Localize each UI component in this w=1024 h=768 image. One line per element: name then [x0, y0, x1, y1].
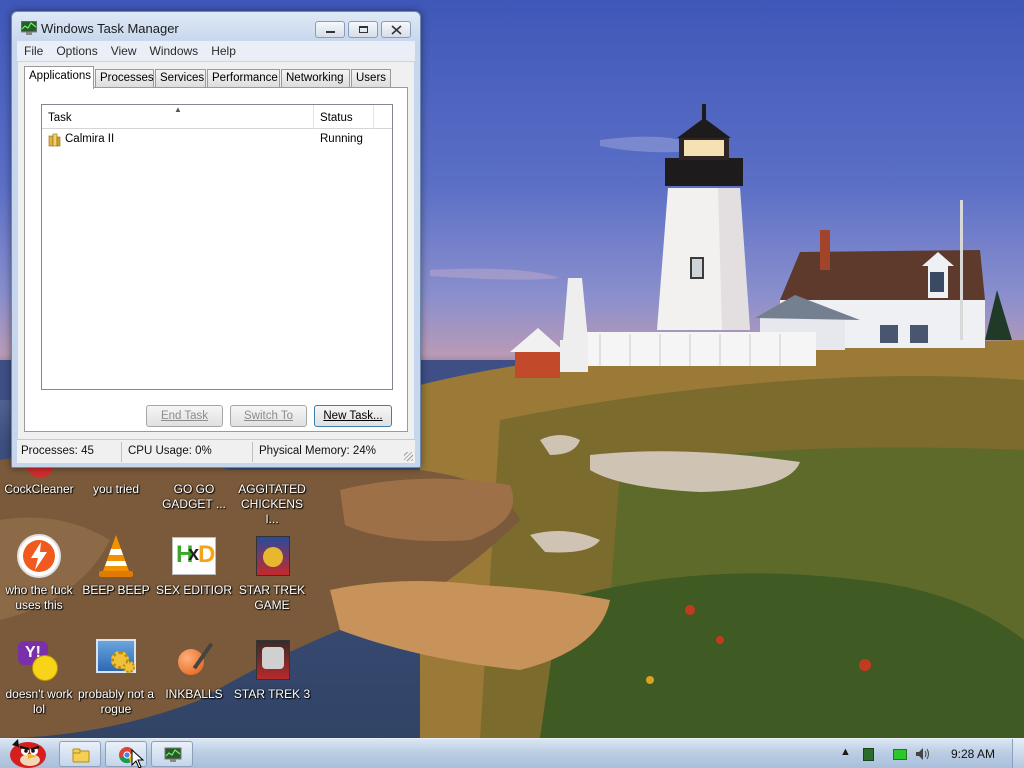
- desktop-icon-label: STAR TREK 3: [233, 687, 311, 701]
- window-title: Windows Task Manager: [41, 21, 179, 36]
- angry-bird-start-icon: [10, 739, 46, 768]
- desktop-icon-label: CockCleaner: [4, 482, 74, 496]
- status-bar: Processes: 45 CPU Usage: 0% Physical Mem…: [17, 439, 415, 463]
- tab-networking[interactable]: Networking: [281, 69, 350, 88]
- tray-app-icon[interactable]: [863, 748, 874, 761]
- maximize-icon: [359, 26, 368, 33]
- content-panel: Applications Processes Services Performa…: [18, 62, 414, 446]
- yahoo-messenger-icon: Y!: [16, 637, 62, 683]
- mouse-cursor-icon: [131, 749, 144, 768]
- applications-tab-body: ▲ Task Status Calmira II Running End Tas…: [24, 87, 408, 432]
- star-wars-game-icon: [249, 637, 295, 683]
- show-hidden-icons-button[interactable]: ▲: [840, 746, 851, 758]
- taskbar-explorer-button[interactable]: [59, 741, 101, 767]
- desktop-icon-label: who the fuck uses this: [5, 583, 73, 612]
- close-icon: [391, 25, 402, 35]
- desktop-icon-probably-not-a-rogue[interactable]: probably not a rogue: [77, 637, 155, 717]
- status-processes: Processes: 45: [21, 445, 94, 457]
- minimize-icon: [326, 31, 335, 33]
- desktop-icon-label: AGGITATED CHICKENS I...: [238, 482, 306, 526]
- winamp-icon: [16, 533, 62, 579]
- taskbar-clock[interactable]: 9:28 AM: [951, 747, 995, 761]
- tab-processes[interactable]: Processes: [95, 69, 154, 88]
- settings-gears-icon: [93, 637, 139, 683]
- desktop-icon-sex-editior[interactable]: H x D SEX EDITIOR: [155, 533, 233, 598]
- close-button[interactable]: [381, 21, 411, 38]
- taskbar: ▲ 9:28 AM: [0, 738, 1024, 768]
- menu-help[interactable]: Help: [204, 41, 242, 58]
- menu-options[interactable]: Options: [49, 41, 103, 58]
- status-divider: [252, 442, 253, 462]
- resize-grip-icon[interactable]: [404, 452, 413, 461]
- end-task-button[interactable]: End Task: [146, 405, 223, 427]
- desktop-icon-star-trek-game[interactable]: STAR TREK GAME: [233, 533, 311, 613]
- status-physical-memory: Physical Memory: 24%: [259, 445, 376, 457]
- menu-file[interactable]: File: [17, 41, 49, 58]
- menu-view[interactable]: View: [104, 41, 143, 58]
- start-button[interactable]: [4, 735, 48, 768]
- desktop-icon-who-uses-this[interactable]: who the fuck uses this: [0, 533, 78, 613]
- task-manager-icon: [20, 20, 38, 35]
- desktop-icon-star-trek-3[interactable]: STAR TREK 3: [233, 637, 311, 702]
- tab-performance[interactable]: Performance: [207, 69, 280, 88]
- hxd-icon: H x D: [171, 533, 217, 579]
- taskbar-task-manager-button[interactable]: [151, 741, 193, 767]
- status-cpu-usage: CPU Usage: 0%: [128, 445, 212, 457]
- desktop-icon-doesnt-work[interactable]: Y! doesn't work lol: [0, 637, 78, 717]
- desktop-icon-inkballs[interactable]: INKBALLS: [155, 637, 233, 702]
- tab-users[interactable]: Users: [351, 69, 391, 88]
- tab-applications[interactable]: Applications: [24, 66, 94, 89]
- column-header-status[interactable]: Status: [314, 105, 374, 129]
- desktop-icon-label: SEX EDITIOR: [155, 583, 232, 597]
- show-desktop-button[interactable]: [1012, 739, 1024, 768]
- battery-icon[interactable]: [893, 749, 907, 760]
- application-icon: [48, 133, 62, 147]
- task-list[interactable]: ▲ Task Status Calmira II Running: [41, 104, 393, 390]
- title-bar[interactable]: Windows Task Manager: [12, 12, 420, 42]
- star-wars-game-icon: [249, 533, 295, 579]
- task-status: Running: [320, 133, 363, 145]
- vlc-cone-icon: [93, 533, 139, 579]
- menu-windows[interactable]: Windows: [143, 41, 205, 58]
- task-manager-icon: [164, 747, 182, 762]
- column-header-task[interactable]: Task: [42, 105, 314, 129]
- desktop-icon-label: GO GO GADGET ...: [162, 482, 226, 511]
- minimize-button[interactable]: [315, 21, 345, 38]
- tab-services[interactable]: Services: [155, 69, 206, 88]
- inkball-icon: [171, 637, 217, 683]
- desktop-icon-label: you tried: [92, 482, 140, 496]
- desktop-icon-label: INKBALLS: [165, 687, 223, 701]
- desktop-icon-label: doesn't work lol: [5, 687, 73, 716]
- volume-icon[interactable]: [915, 747, 931, 761]
- desktop-icon-label: STAR TREK GAME: [238, 583, 306, 612]
- new-task-button[interactable]: New Task...: [314, 405, 392, 427]
- switch-to-button[interactable]: Switch To: [230, 405, 307, 427]
- desktop-icon-beep-beep[interactable]: BEEP BEEP: [77, 533, 155, 598]
- list-header: ▲ Task Status: [42, 105, 392, 129]
- table-row[interactable]: Calmira II Running: [42, 130, 392, 150]
- folder-icon: [72, 748, 90, 763]
- status-divider: [121, 442, 122, 462]
- task-manager-window[interactable]: Windows Task Manager File Options View Wind…: [11, 11, 421, 468]
- maximize-button[interactable]: [348, 21, 378, 38]
- desktop-icon-label: probably not a rogue: [77, 687, 155, 716]
- menu-bar: File Options View Windows Help: [17, 41, 415, 61]
- desktop-icon-label: BEEP BEEP: [82, 583, 150, 597]
- task-name: Calmira II: [65, 133, 115, 145]
